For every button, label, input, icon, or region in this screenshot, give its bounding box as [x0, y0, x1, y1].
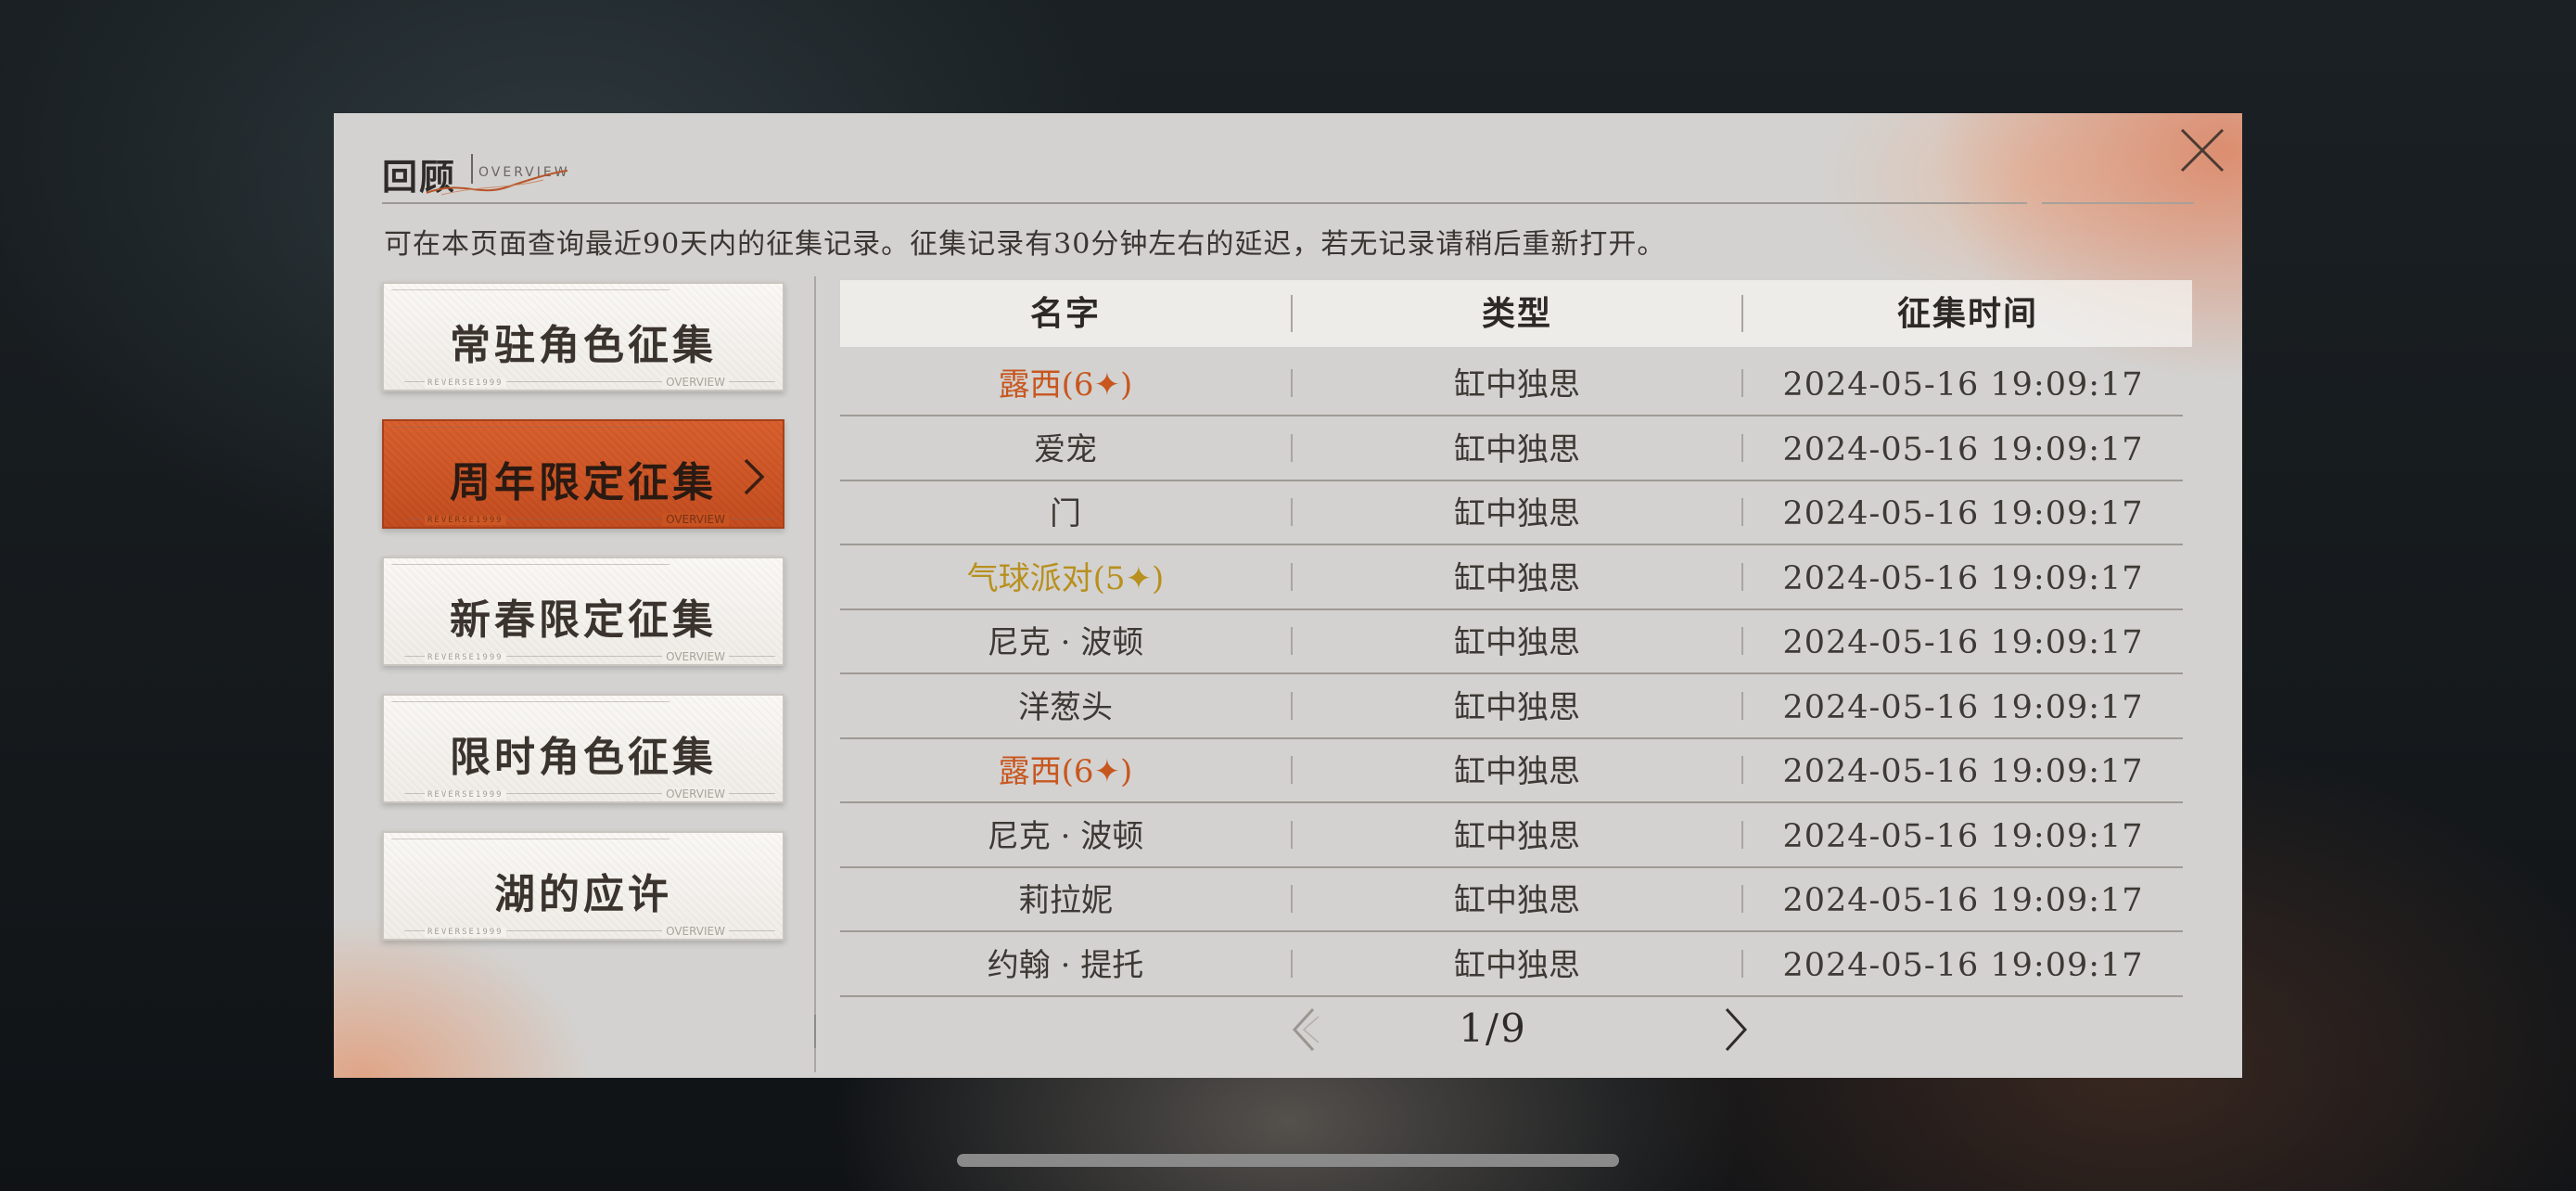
page-indicator: 1/9 — [1459, 1005, 1527, 1051]
cell-type: 缸中独思 — [1454, 495, 1580, 532]
cell-time: 2024-05-16 19:09:17 — [1782, 946, 2144, 984]
nav-item-label: 新春限定征集 — [450, 596, 717, 644]
cell-type: 缸中独思 — [1454, 753, 1580, 790]
nav-item-limited-summon[interactable]: 限时角色征集 REVERSE1999 OVERVIEW — [382, 694, 784, 803]
cell-time: 2024-05-16 19:09:17 — [1782, 366, 2144, 403]
title-rule-short — [1970, 202, 2027, 204]
title-rule-main — [382, 202, 2010, 204]
table-row: 气球派对(5✦) 缸中独思 2024-05-16 19:09:17 — [840, 544, 2183, 610]
nav-decoration-line — [391, 427, 670, 428]
overview-dialog: 回顾 OVERVIEW 可在本页面查询最近90天内的征集记录。征集记录有30分钟… — [334, 113, 2242, 1078]
nav-item-anniversary-summon[interactable]: 周年限定征集 REVERSE1999 OVERVIEW — [382, 419, 784, 529]
column-header-name: 名字 — [1029, 294, 1101, 333]
cell-type: 缸中独思 — [1454, 430, 1580, 468]
cell-type: 缸中独思 — [1454, 882, 1580, 919]
table-row: 露西(6✦) 缸中独思 2024-05-16 19:09:17 — [840, 351, 2183, 416]
nav-decoration-text: REVERSE1999 — [425, 790, 506, 800]
nav-decoration-text: REVERSE1999 — [425, 653, 506, 662]
nav-decoration-line — [391, 701, 670, 702]
home-indicator[interactable] — [957, 1154, 1619, 1167]
cell-time: 2024-05-16 19:09:17 — [1782, 495, 2144, 532]
column-header-type: 类型 — [1481, 294, 1552, 333]
cell-time: 2024-05-16 19:09:17 — [1782, 559, 2144, 597]
table-row: 门 缸中独思 2024-05-16 19:09:17 — [840, 480, 2183, 545]
cell-type: 缸中独思 — [1454, 559, 1580, 597]
cell-name: 气球派对(5✦) — [966, 559, 1165, 597]
cell-name: 露西(6✦) — [998, 753, 1133, 790]
column-header-time: 征集时间 — [1896, 294, 2038, 333]
cell-type: 缸中独思 — [1454, 366, 1580, 403]
next-page-button[interactable] — [1717, 1004, 1754, 1059]
cell-name: 尼克 · 波顿 — [987, 624, 1144, 661]
nav-divider — [814, 276, 816, 1072]
cell-type: 缸中独思 — [1454, 624, 1580, 661]
table-row: 露西(6✦) 缸中独思 2024-05-16 19:09:17 — [840, 737, 2183, 803]
nav-decoration-line — [391, 289, 670, 290]
nav-item-label: 常驻角色征集 — [450, 322, 717, 369]
nav-decoration-text: REVERSE1999 — [425, 378, 506, 388]
chevron-left-icon — [1292, 1007, 1320, 1052]
table-row: 尼克 · 波顿 缸中独思 2024-05-16 19:09:17 — [840, 802, 2183, 868]
nav-item-spring-summon[interactable]: 新春限定征集 REVERSE1999 OVERVIEW — [382, 557, 784, 666]
nav-item-label: 湖的应许 — [494, 871, 672, 918]
table-row: 尼克 · 波顿 缸中独思 2024-05-16 19:09:17 — [840, 608, 2183, 674]
table-row: 莉拉妮 缸中独思 2024-05-16 19:09:17 — [840, 866, 2183, 932]
cell-name: 洋葱头 — [1018, 688, 1113, 726]
chevron-right-icon — [744, 458, 765, 495]
table-row: 洋葱头 缸中独思 2024-05-16 19:09:17 — [840, 673, 2183, 739]
chevron-right-icon — [1725, 1007, 1748, 1052]
prev-page-button[interactable] — [1285, 1004, 1322, 1059]
cell-time: 2024-05-16 19:09:17 — [1782, 882, 2144, 919]
table-row: 爱宠 缸中独思 2024-05-16 19:09:17 — [840, 416, 2183, 481]
nav-decoration-text: REVERSE1999 — [425, 928, 506, 937]
cell-name: 门 — [1050, 495, 1081, 532]
table-header: 名字 类型 征集时间 — [840, 280, 2192, 347]
cell-name: 爱宠 — [1034, 430, 1097, 468]
nav-item-label: 限时角色征集 — [450, 734, 717, 781]
cell-name: 莉拉妮 — [1018, 882, 1113, 919]
nav-decoration-overview: OVERVIEW — [662, 788, 729, 800]
nav-item-label: 周年限定征集 — [450, 459, 717, 506]
cell-name: 尼克 · 波顿 — [987, 817, 1144, 855]
close-icon — [2180, 128, 2225, 173]
title-swoosh-decoration — [426, 170, 568, 196]
cell-time: 2024-05-16 19:09:17 — [1782, 753, 2144, 790]
nav-decoration-overview: OVERVIEW — [662, 650, 729, 663]
cell-name: 约翰 · 提托 — [987, 946, 1144, 984]
title-rule-right — [2042, 202, 2194, 204]
nav-decoration-overview: OVERVIEW — [662, 925, 729, 938]
nav-item-lake-promise[interactable]: 湖的应许 REVERSE1999 OVERVIEW — [382, 831, 784, 941]
nav-divider-tick — [814, 1015, 816, 1048]
nav-item-standard-summon[interactable]: 常驻角色征集 REVERSE1999 OVERVIEW — [382, 282, 784, 391]
cell-time: 2024-05-16 19:09:17 — [1782, 817, 2144, 855]
nav-decoration-overview: OVERVIEW — [662, 376, 729, 389]
nav-decoration-overview: OVERVIEW — [662, 513, 729, 526]
cell-time: 2024-05-16 19:09:17 — [1782, 430, 2144, 468]
close-button[interactable] — [2174, 122, 2230, 178]
cell-type: 缸中独思 — [1454, 688, 1580, 726]
cell-name: 露西(6✦) — [998, 366, 1133, 403]
nav-decoration-line — [391, 564, 670, 565]
cell-time: 2024-05-16 19:09:17 — [1782, 688, 2144, 726]
description-text: 可在本页面查询最近90天内的征集记录。征集记录有30分钟左右的延迟，若无记录请稍… — [384, 228, 1666, 261]
nav-decoration-text: REVERSE1999 — [425, 516, 506, 525]
cell-type: 缸中独思 — [1454, 946, 1580, 984]
cell-type: 缸中独思 — [1454, 817, 1580, 855]
table-row: 约翰 · 提托 缸中独思 2024-05-16 19:09:17 — [840, 931, 2183, 997]
cell-time: 2024-05-16 19:09:17 — [1782, 624, 2144, 661]
